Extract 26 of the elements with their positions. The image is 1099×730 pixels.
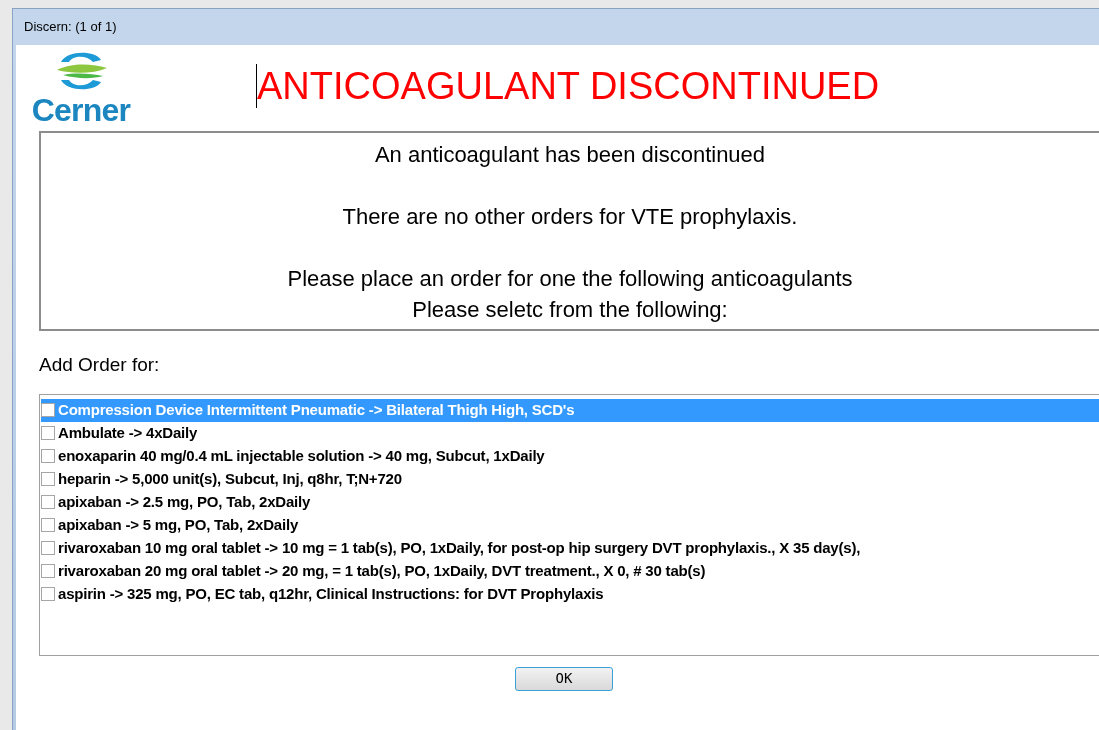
order-item[interactable]: apixaban -> 2.5 mg, PO, Tab, 2xDaily	[41, 490, 1099, 514]
order-item[interactable]: Ambulate -> 4xDaily	[41, 421, 1099, 445]
logo-text: Cerner	[31, 94, 131, 126]
orders-label: Add Order for:	[39, 353, 161, 377]
order-item[interactable]: apixaban -> 5 mg, PO, Tab, 2xDaily	[41, 513, 1099, 537]
checkbox[interactable]	[41, 449, 55, 463]
message-text: Please place an order for one the following anticoagulants Please seletc from the following:	[287, 265, 853, 324]
alert-heading: ANTICOAGULANT DISCONTINUED	[257, 67, 880, 105]
order-item[interactable]: enoxaparin 40 mg/0.4 mL injectable solution -> 40 mg, Subcut, 1xDaily	[41, 444, 1099, 468]
checkbox[interactable]	[41, 564, 55, 578]
ok-button[interactable]: OK	[515, 666, 613, 691]
order-item[interactable]: aspirin -> 325 mg, PO, EC tab, q12hr, Clinical Instructions: for DVT Prophylaxis	[41, 582, 1099, 606]
checkbox[interactable]	[41, 495, 55, 509]
window-title: Discern: (1 of 1)	[24, 18, 117, 37]
text-cursor-icon	[256, 64, 257, 108]
checkbox[interactable]	[41, 541, 55, 555]
checkbox[interactable]	[41, 518, 55, 532]
checkbox[interactable]	[41, 472, 55, 486]
checkbox[interactable]	[41, 587, 55, 601]
message-text: There are no other orders for VTE prophylaxis.	[342, 203, 798, 231]
checkbox[interactable]	[41, 426, 55, 440]
checkbox[interactable]	[41, 403, 55, 417]
order-item[interactable]: rivaroxaban 20 mg oral tablet -> 20 mg, = 1 tab(s), PO, 1xDaily, DVT treatment., X 0, # 30 tab(s)	[41, 559, 1099, 583]
order-item[interactable]: rivaroxaban 10 mg oral tablet -> 10 mg = 1 tab(s), PO, 1xDaily, for post-op hip surgery DVT prophylaxis., X 35 day(s),	[41, 536, 1099, 560]
message-text: An anticoagulant has been discontinued	[374, 141, 766, 169]
order-item[interactable]: heparin -> 5,000 unit(s), Subcut, Inj, q8hr, T;N+720	[41, 467, 1099, 491]
